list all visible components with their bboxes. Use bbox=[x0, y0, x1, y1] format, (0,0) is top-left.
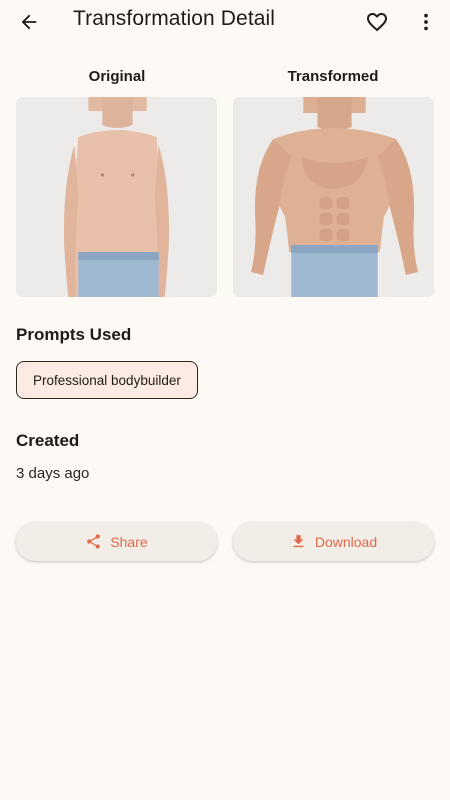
share-label: Share bbox=[110, 533, 148, 550]
original-label: Original bbox=[88, 68, 146, 85]
created-section-title: Created bbox=[16, 431, 80, 450]
prompts-section-title: Prompts Used bbox=[16, 325, 132, 344]
more-vert-icon bbox=[424, 13, 428, 31]
share-icon bbox=[87, 534, 101, 549]
download-button[interactable]: Download bbox=[233, 522, 434, 561]
prompt-chip[interactable]: Professional bodybuilder bbox=[16, 361, 198, 399]
page-title: Transformation Detail bbox=[73, 7, 276, 30]
download-icon bbox=[293, 535, 304, 548]
transformed-label: Transformed bbox=[287, 68, 379, 85]
download-label: Download bbox=[314, 533, 378, 550]
more-options-button[interactable] bbox=[414, 9, 438, 35]
heart-outline-icon bbox=[367, 13, 387, 32]
arrow-left-icon bbox=[21, 14, 37, 30]
back-button[interactable] bbox=[16, 9, 42, 35]
transformed-image[interactable] bbox=[233, 97, 434, 297]
created-value: 3 days ago bbox=[16, 465, 90, 482]
favorite-button[interactable] bbox=[364, 9, 390, 35]
share-button[interactable]: Share bbox=[16, 522, 217, 561]
app-bar: Transformation Detail bbox=[0, 0, 450, 44]
original-image[interactable] bbox=[16, 97, 217, 297]
